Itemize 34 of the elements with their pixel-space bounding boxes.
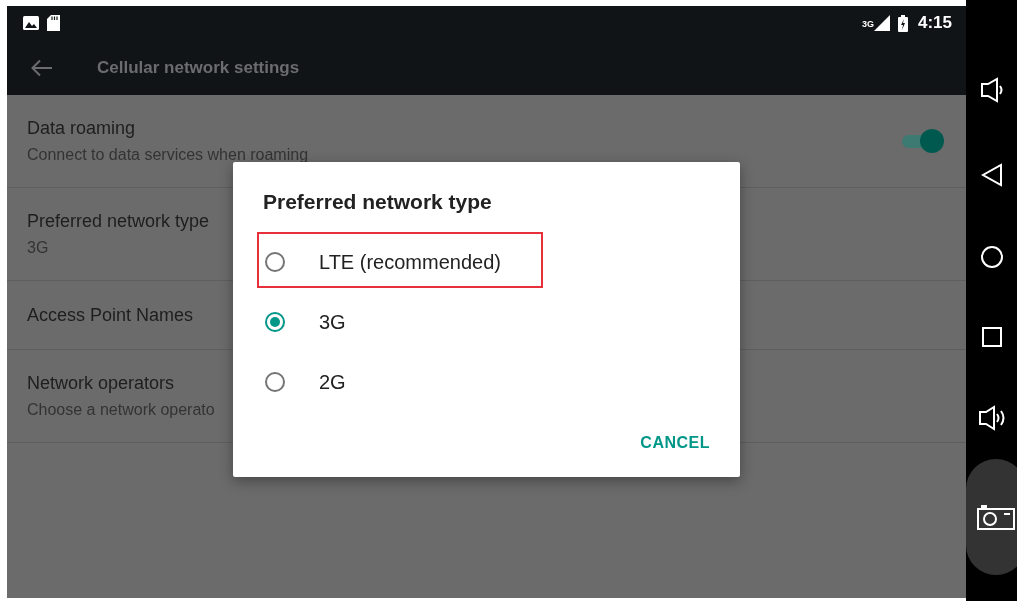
setting-title: Data roaming: [27, 118, 137, 139]
radio-button[interactable]: [265, 252, 285, 272]
back-icon[interactable]: [980, 163, 1003, 187]
home-icon[interactable]: [979, 245, 1004, 269]
signal-icon: [873, 15, 890, 31]
network-type-label: 3G: [861, 19, 874, 29]
setting-title: Preferred network type: [27, 211, 210, 232]
back-arrow-icon[interactable]: [31, 58, 53, 77]
setting-summary: Choose a network operato: [27, 401, 215, 419]
radio-button[interactable]: [265, 312, 285, 332]
option-label: 2G: [319, 370, 346, 394]
radio-option[interactable]: 3G: [233, 292, 740, 352]
screen-title: Cellular network settings: [97, 57, 300, 78]
setting-title: Access Point Names: [27, 304, 194, 326]
radio-button[interactable]: [265, 372, 285, 392]
option-label: 3G: [319, 310, 346, 334]
clock-time: 4:15: [917, 13, 952, 33]
dialog-title: Preferred network type: [263, 190, 493, 214]
battery-icon: [897, 14, 908, 32]
setting-summary: 3G: [27, 239, 50, 257]
camera-button[interactable]: [965, 459, 1017, 575]
recents-icon[interactable]: [981, 327, 1002, 347]
sd-card-icon: [47, 15, 60, 31]
option-label: LTE (recommended): [319, 250, 501, 274]
radio-option[interactable]: LTE (recommended): [233, 232, 740, 292]
volume-up-icon[interactable]: [977, 405, 1006, 431]
setting-summary: Connect to data services when roaming: [27, 146, 309, 164]
toggle-switch[interactable]: [900, 128, 944, 154]
radio-option[interactable]: 2G: [233, 352, 740, 412]
camera-icon: [976, 504, 1015, 530]
setting-title: Network operators: [27, 373, 176, 394]
volume-down-icon[interactable]: [979, 77, 1004, 103]
cancel-button[interactable]: CANCEL: [632, 426, 718, 460]
image-icon: [23, 16, 39, 30]
